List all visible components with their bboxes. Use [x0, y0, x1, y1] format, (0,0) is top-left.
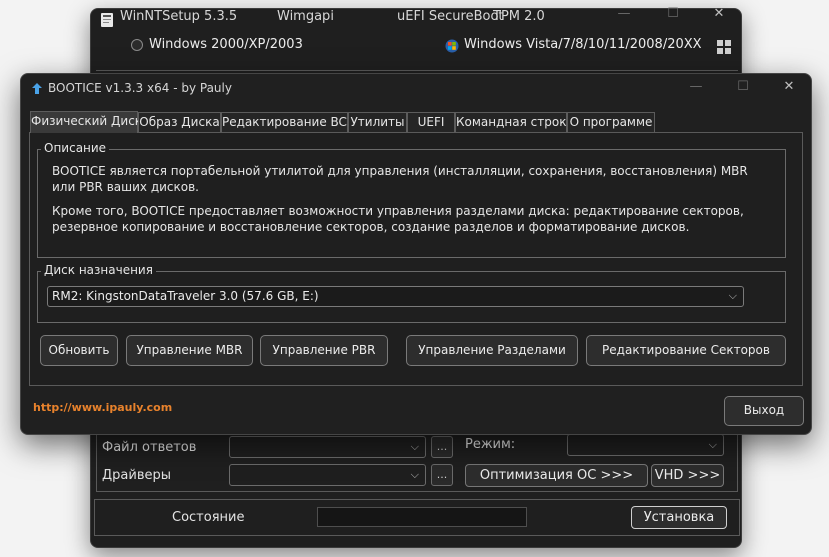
target-disk-value: RM2: KingstonDataTraveler 3.0 (57.6 GB, …	[52, 289, 319, 303]
os-option-legacy-label: Windows 2000/XP/2003	[149, 37, 303, 52]
bootice-app-icon	[30, 81, 44, 95]
drivers-label: Драйверы	[102, 468, 171, 483]
status-label: Состояние	[172, 510, 245, 525]
ipauly-link[interactable]: http://www.ipauly.com	[33, 401, 172, 414]
tab-physical-disk[interactable]: Физический Диск	[30, 111, 142, 133]
tab-utilities[interactable]: Утилиты	[348, 112, 407, 132]
manage-pbr-button[interactable]: Управление PBR	[260, 335, 388, 366]
tab-command-line[interactable]: Командная строка	[455, 112, 574, 132]
bootice-maximize-button[interactable]: ☐	[723, 79, 763, 94]
refresh-button[interactable]: Обновить	[40, 335, 118, 366]
chevron-down-icon: ⌵	[728, 289, 737, 302]
chevron-down-icon: ⌵	[410, 468, 419, 481]
drivers-combo[interactable]: ⌵	[229, 464, 426, 486]
exit-button[interactable]: Выход	[724, 396, 804, 426]
os-option-modern-label[interactable]: Windows Vista/7/8/10/11/2008/20XX	[464, 37, 702, 52]
target-disk-select[interactable]: RM2: KingstonDataTraveler 3.0 (57.6 GB, …	[47, 286, 744, 307]
windows-vista-icon	[445, 38, 459, 53]
tab-about[interactable]: О программе	[567, 112, 655, 132]
winntsetup-maximize-button[interactable]: ☐	[653, 6, 693, 21]
mode-label: Режим:	[465, 437, 516, 452]
answer-file-browse-button[interactable]: ...	[431, 436, 453, 458]
optimize-os-button[interactable]: Оптимизация ОС >>>	[465, 464, 648, 487]
tab-uefi[interactable]: UEFI	[407, 112, 455, 132]
chevron-down-icon: ⌵	[410, 440, 419, 453]
bootice-title: BOOTICE v1.3.3 x64 - by Pauly	[48, 81, 232, 95]
wimgapi-label: Wimgapi	[277, 9, 334, 24]
manage-mbr-button[interactable]: Управление MBR	[126, 335, 253, 366]
winntsetup-title: WinNTSetup 5.3.5	[120, 9, 238, 24]
description-paragraph-1: BOOTICE является портабельной утилитой д…	[52, 164, 748, 194]
install-button[interactable]: Установка	[631, 506, 727, 529]
winntsetup-close-button[interactable]: ✕	[699, 6, 739, 21]
winntsetup-app-icon	[101, 12, 113, 27]
tab-bcd-edit[interactable]: Редактирование BCD	[221, 112, 356, 132]
sector-edit-button[interactable]: Редактирование Секторов	[586, 335, 786, 366]
answer-file-label: Файл ответов	[102, 440, 197, 455]
drivers-browse-button[interactable]: ...	[431, 464, 453, 486]
vhd-button[interactable]: VHD >>>	[651, 464, 724, 487]
description-paragraph-2: Кроме того, BOOTICE предоставляет возмож…	[52, 204, 744, 234]
os-radio-legacy[interactable]	[131, 39, 143, 51]
winntsetup-minimize-button[interactable]: —	[604, 6, 644, 21]
chevron-down-icon: ⌵	[708, 438, 717, 451]
tab-disk-image[interactable]: Образ Диска	[138, 112, 221, 132]
tpm-label: TPM 2.0	[493, 9, 545, 24]
bootice-close-button[interactable]: ✕	[769, 79, 809, 94]
manage-partitions-button[interactable]: Управление Разделами	[406, 335, 578, 366]
bootice-minimize-button[interactable]: —	[676, 79, 716, 94]
answer-file-combo[interactable]: ⌵	[229, 436, 426, 458]
status-progress-field	[317, 507, 527, 527]
uefi-secureboot-label: uEFI SecureBoot	[397, 9, 504, 24]
windows-logo-icon	[717, 39, 731, 54]
target-disk-legend: Диск назначения	[41, 263, 156, 277]
winntsetup-upper-divider	[96, 70, 738, 71]
mode-combo[interactable]: ⌵	[567, 434, 724, 456]
description-legend: Описание	[41, 141, 110, 155]
